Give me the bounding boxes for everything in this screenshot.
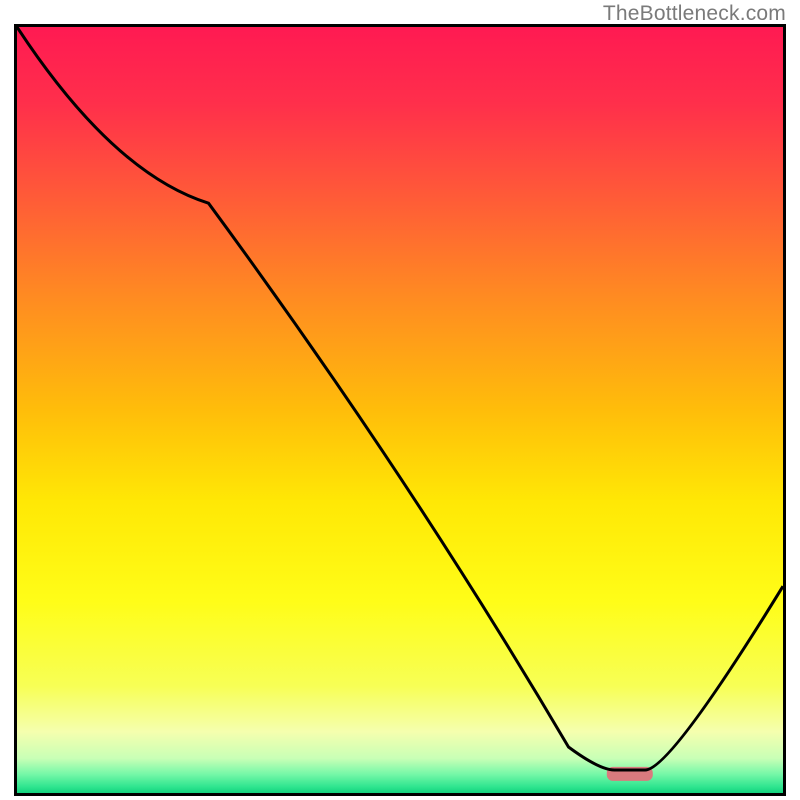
chart-frame — [14, 24, 786, 796]
gradient-background — [17, 27, 783, 793]
watermark-text: TheBottleneck.com — [603, 2, 786, 26]
chart-canvas — [17, 27, 783, 793]
